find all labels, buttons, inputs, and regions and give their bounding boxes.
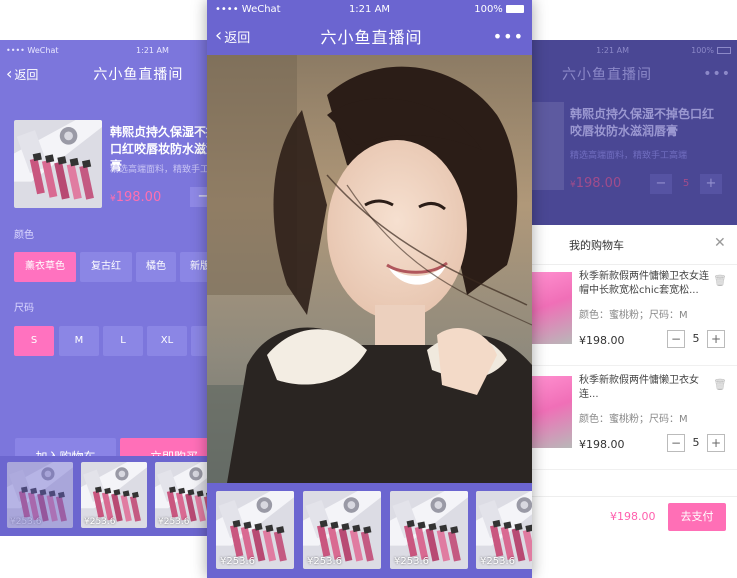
cart-item: 秋季新款假两件慵懒卫衣女连帽中长款宽松chic套宽松... 🗑 颜色：蜜桃粉；尺… bbox=[528, 266, 737, 366]
cart-item-name: 秋季新款假两件慵懒卫衣女连帽中长款宽松chic套宽松... bbox=[579, 271, 709, 296]
size-option[interactable]: XL bbox=[147, 326, 187, 356]
trash-icon[interactable]: 🗑 bbox=[713, 274, 727, 287]
strip-price: ¥253.6 bbox=[220, 556, 255, 567]
cart-item-name: 秋季新款假两件慵懒卫衣女连... bbox=[579, 375, 699, 400]
chevron-left-icon: ‹ bbox=[6, 64, 13, 83]
cart-item-image bbox=[532, 272, 572, 344]
status-bar: •••• WeChat 1:21 AM 100% bbox=[207, 0, 532, 18]
close-icon[interactable]: ✕ bbox=[714, 235, 726, 251]
right-phone-cart: 1:21 AM 100% 六小鱼直播间 ••• 韩熙贞持久保湿不掉色口红 咬唇妆防… bbox=[528, 40, 737, 538]
cart-item-price: ¥198.00 bbox=[579, 334, 625, 347]
cart-item: 秋季新款假两件慵懒卫衣女连... 🗑 颜色：蜜桃粉；尺码：M ¥198.00 −… bbox=[528, 370, 737, 470]
strip-product[interactable]: ¥253.6 bbox=[216, 491, 294, 569]
checkout-bar: ¥198.00 去支付 bbox=[528, 496, 737, 538]
increase-button[interactable]: + bbox=[700, 174, 722, 194]
decrease-button[interactable]: − bbox=[650, 174, 672, 194]
page-title: 六小鱼直播间 bbox=[320, 28, 423, 47]
cart-item-price: ¥198.00 bbox=[579, 438, 625, 451]
cart-title: 我的购物车 bbox=[569, 239, 624, 252]
color-label: 颜色 bbox=[14, 230, 34, 241]
color-option[interactable]: 橘色 bbox=[136, 252, 176, 282]
screenshot-stage: •••• WeChat 1:21 AM ‹ 返回 六小鱼直播间 韩熙贞持久保湿不… bbox=[0, 0, 737, 578]
live-stream-video[interactable] bbox=[207, 55, 532, 483]
strip-product[interactable]: ¥253.6 bbox=[7, 462, 73, 528]
left-phone-product-options: •••• WeChat 1:21 AM ‹ 返回 六小鱼直播间 韩熙贞持久保湿不… bbox=[0, 40, 215, 536]
center-phone-live-stream: •••• WeChat 1:21 AM 100% ‹ 返回 六小鱼直播间 ••• bbox=[207, 0, 532, 578]
strip-product[interactable]: ¥253.6 bbox=[390, 491, 468, 569]
status-time: 1:21 AM bbox=[348, 3, 391, 15]
back-button[interactable]: ‹ 返回 bbox=[6, 66, 38, 83]
increase-button[interactable]: + bbox=[707, 434, 725, 452]
page-title: 六小鱼直播间 bbox=[93, 67, 184, 83]
status-time: 1:21 AM bbox=[136, 45, 169, 55]
strip-product[interactable]: ¥253.6 bbox=[476, 491, 532, 569]
size-option[interactable]: M bbox=[59, 326, 99, 356]
pay-button[interactable]: 去支付 bbox=[668, 503, 726, 531]
quantity-value: 5 bbox=[692, 332, 700, 345]
status-time: 1:21 AM bbox=[596, 45, 629, 55]
size-option-selected[interactable]: S bbox=[14, 326, 54, 356]
product-image bbox=[14, 120, 102, 208]
increase-button[interactable]: + bbox=[707, 330, 725, 348]
product-image bbox=[528, 102, 564, 190]
status-bar: 1:21 AM 100% bbox=[528, 40, 737, 60]
size-option[interactable]: L bbox=[103, 326, 143, 356]
carrier-label: •••• WeChat bbox=[215, 3, 281, 15]
decrease-button[interactable]: − bbox=[667, 434, 685, 452]
total-price: ¥198.00 bbox=[610, 510, 656, 523]
back-label: 返回 bbox=[14, 67, 39, 82]
color-option[interactable]: 复古红 bbox=[80, 252, 132, 282]
strip-product[interactable]: ¥253.6 bbox=[155, 462, 215, 528]
status-bar: •••• WeChat 1:21 AM bbox=[0, 40, 215, 60]
product-price: ¥198.00 bbox=[570, 176, 622, 191]
product-summary: 韩熙贞持久保湿不掉色口红 咬唇妆防水滋润唇膏 精选高端面料，精致手工高端 ¥198… bbox=[528, 102, 737, 202]
size-label: 尺码 bbox=[14, 303, 34, 314]
battery-label: 100% bbox=[414, 4, 524, 15]
back-button[interactable]: ‹ 返回 bbox=[215, 27, 250, 46]
nav-bar: ‹ 返回 六小鱼直播间 bbox=[0, 60, 215, 88]
chevron-left-icon: ‹ bbox=[215, 25, 223, 46]
product-price: ¥198.00 bbox=[110, 190, 162, 205]
strip-price: ¥253.6 bbox=[158, 517, 190, 527]
nav-bar: ‹ 返回 六小鱼直播间 ••• bbox=[207, 18, 532, 54]
strip-price: ¥253.6 bbox=[394, 556, 429, 567]
dimmed-product-panel: 1:21 AM 100% 六小鱼直播间 ••• 韩熙贞持久保湿不掉色口红 咬唇妆防… bbox=[528, 40, 737, 225]
back-label: 返回 bbox=[224, 30, 251, 46]
nav-bar: 六小鱼直播间 ••• bbox=[528, 60, 737, 88]
page-title: 六小鱼直播间 bbox=[562, 67, 652, 83]
strip-price: ¥253.6 bbox=[480, 556, 515, 567]
product-desc: 精选高端面料，精致手工高端 bbox=[570, 151, 688, 161]
product-summary: 韩熙贞持久保湿不掉色口红咬唇妆防水滋润唇膏 精选高端面料，精致手工高 ¥198.… bbox=[14, 120, 215, 208]
decrease-button[interactable]: − bbox=[667, 330, 685, 348]
product-name: 韩熙贞持久保湿不掉色口红咬唇妆防水滋润唇膏 bbox=[570, 107, 715, 138]
battery-icon bbox=[506, 4, 524, 13]
quantity-value: 5 bbox=[692, 436, 700, 449]
product-strip: ¥253.6 ¥253.6 ¥253.6 ¥253.6 bbox=[207, 483, 532, 578]
more-icon[interactable]: ••• bbox=[703, 66, 731, 82]
strip-price: ¥253.6 bbox=[10, 517, 42, 527]
battery-label: 100% bbox=[691, 45, 714, 55]
cart-item-image bbox=[532, 376, 572, 448]
color-option-selected[interactable]: 薰衣草色 bbox=[14, 252, 76, 282]
quantity-value: 5 bbox=[682, 178, 690, 189]
strip-product[interactable]: ¥253.6 bbox=[81, 462, 147, 528]
product-desc: 精选高端面料，精致手工高 bbox=[110, 165, 215, 175]
carrier-label: •••• WeChat bbox=[6, 45, 59, 55]
cart-item-spec: 颜色：蜜桃粉；尺码：M bbox=[579, 310, 688, 321]
cart-item-spec: 颜色：蜜桃粉；尺码：M bbox=[579, 414, 688, 425]
strip-price: ¥253.6 bbox=[84, 517, 116, 527]
strip-price: ¥253.6 bbox=[307, 556, 342, 567]
product-strip: ¥253.6 ¥253.6 ¥253.6 bbox=[0, 456, 215, 536]
strip-product[interactable]: ¥253.6 bbox=[303, 491, 381, 569]
cart-header: 我的购物车 ✕ bbox=[528, 225, 737, 265]
trash-icon[interactable]: 🗑 bbox=[713, 378, 727, 391]
battery-icon bbox=[717, 46, 731, 54]
more-icon[interactable]: ••• bbox=[493, 27, 524, 46]
